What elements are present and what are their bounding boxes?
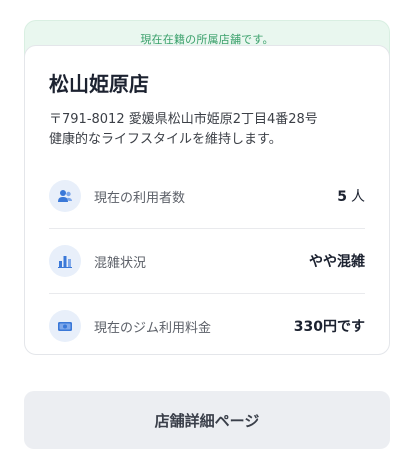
stat-row-fee: 現在のジム利用料金 330円です <box>49 294 365 358</box>
stat-label-users: 現在の利用者数 <box>94 190 186 206</box>
bar-chart-icon <box>49 245 81 277</box>
store-description: 健康的なライフスタイルを維持します。 <box>49 132 282 147</box>
money-icon <box>49 310 81 342</box>
stat-value-congestion: やや混雑 <box>309 254 365 270</box>
store-section: 現在在籍の所属店舗です。 松山姫原店 〒791-8012 愛媛県松山市姫原2丁目… <box>24 20 390 355</box>
stat-row-users: 現在の利用者数 5人 <box>49 164 365 229</box>
user-count-unit: 人 <box>351 189 365 205</box>
stat-row-congestion: 混雑状況 やや混雑 <box>49 229 365 294</box>
store-detail-button[interactable]: 店舗詳細ページ <box>24 391 390 449</box>
store-name: 松山姫原店 <box>49 72 149 96</box>
user-count: 5 <box>337 189 347 205</box>
stat-label-congestion: 混雑状況 <box>94 255 147 271</box>
users-icon <box>49 180 81 212</box>
stat-label-fee: 現在のジム利用料金 <box>94 320 212 336</box>
store-address: 〒791-8012 愛媛県松山市姫原2丁目4番28号 <box>49 112 318 127</box>
store-card: 松山姫原店 〒791-8012 愛媛県松山市姫原2丁目4番28号 健康的なライフ… <box>24 45 390 355</box>
stats-list: 現在の利用者数 5人 混雑状況 やや混雑 現在のジム利用料金 330円です <box>49 164 365 358</box>
stat-value-users: 5人 <box>337 186 365 206</box>
stat-value-fee: 330円です <box>293 319 365 335</box>
